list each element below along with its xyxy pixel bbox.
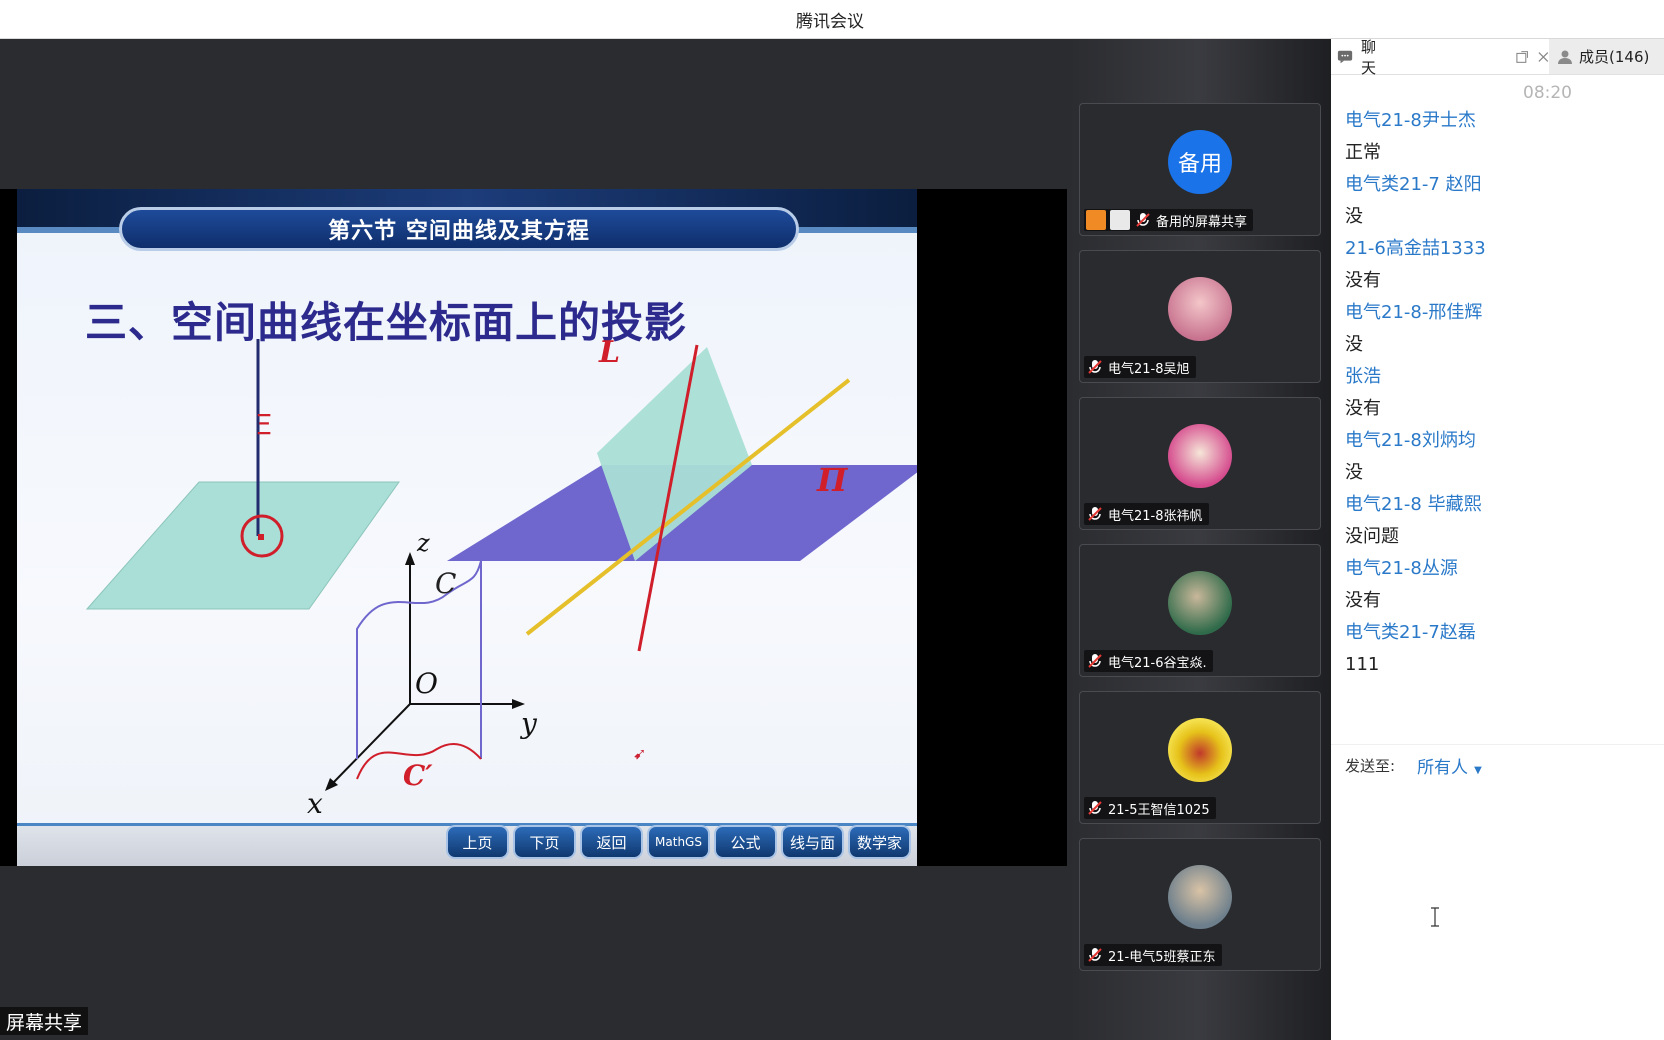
label-C-prime: C′: [403, 759, 433, 792]
label-x: x: [307, 787, 323, 820]
chat-message: 111: [1345, 654, 1380, 675]
label-L: L: [599, 335, 621, 370]
participant-name: 电气21-8吴旭: [1108, 361, 1190, 377]
avatar: [1168, 571, 1232, 635]
chat-message: 没有: [1345, 398, 1381, 419]
slide-btn-line-plane[interactable]: 线与面: [781, 825, 844, 859]
chat-divider: [1331, 744, 1664, 745]
chat-sender[interactable]: 电气21-8 毕藏熙: [1345, 489, 1655, 521]
chat-message: 没有: [1345, 270, 1381, 291]
chat-message-list: 电气21-8尹士杰 正常 电气类21-7 赵阳 没 21-6高金喆1333 没有…: [1345, 105, 1655, 681]
slide-section-title: 第六节 空间曲线及其方程: [119, 207, 799, 251]
chat-sender[interactable]: 电气类21-7赵磊: [1345, 617, 1655, 649]
point-dot: [258, 534, 264, 540]
participant-tile[interactable]: 电气21-8张祎帆: [1079, 397, 1321, 530]
participant-name: 21-电气5班蔡正东: [1108, 949, 1216, 965]
avatar: [1168, 424, 1232, 488]
mic-muted-icon: [1136, 213, 1150, 227]
close-icon[interactable]: [1538, 51, 1549, 63]
curve-C: [356, 560, 482, 759]
chat-bubble-icon: [1337, 50, 1353, 63]
slide-btn-back[interactable]: 返回: [580, 825, 643, 859]
label-Pi: Π: [817, 461, 848, 499]
chat-timestamp: 08:20: [1523, 83, 1572, 103]
chat-message: 没: [1345, 206, 1363, 227]
slide-btn-prev[interactable]: 上页: [446, 825, 509, 859]
participant-video-column: 备用 备用的屏幕共享 电气21-8吴旭 电气21-8张祎帆 电气21-6谷宝焱.: [1067, 39, 1331, 1040]
participant-name: 21-5王智信1025: [1108, 802, 1210, 818]
label-O: O: [415, 667, 438, 700]
participant-tile[interactable]: 电气21-6谷宝焱.: [1079, 544, 1321, 677]
screen-share-label: 屏幕共享: [0, 1007, 89, 1035]
send-to-row: 发送至: 所有人 ▼: [1345, 753, 1482, 778]
chat-message: 没: [1345, 334, 1363, 355]
participant-tile[interactable]: 电气21-8吴旭: [1079, 250, 1321, 383]
x-axis: [331, 703, 411, 785]
participant-name: 备用的屏幕共享: [1156, 214, 1248, 230]
tab-chat[interactable]: 聊天: [1331, 38, 1549, 77]
title-bar: 腾讯会议: [0, 0, 1664, 39]
participant-tile[interactable]: 备用 备用的屏幕共享: [1079, 103, 1321, 236]
chat-panel: 聊天 成员(146) 08:20 电气21-8尹士杰 正常 电气类21-7 赵阳…: [1331, 38, 1664, 1040]
chat-sender[interactable]: 21-6高金喆1333: [1345, 233, 1655, 265]
chat-input-area[interactable]: [1331, 779, 1664, 1040]
popout-icon[interactable]: [1516, 50, 1528, 64]
participant-name-tag: 21-5王智信1025: [1084, 797, 1216, 819]
shared-screen-area: 第六节 空间曲线及其方程 三、空间曲线在坐标面上的投影 Ξ ➹ L Π z C …: [0, 39, 1067, 1040]
slide-btn-mathgs[interactable]: MathGS: [647, 825, 710, 859]
participant-name: 电气21-8张祎帆: [1108, 508, 1203, 524]
chat-message: 没有: [1345, 590, 1381, 611]
chat-tabs: 聊天 成员(146): [1331, 38, 1664, 77]
chat-sender[interactable]: 张浩: [1345, 361, 1655, 393]
participant-name-tag: 电气21-6谷宝焱.: [1084, 650, 1213, 672]
mic-muted-icon: [1088, 801, 1102, 815]
text-cursor-icon: [1431, 907, 1439, 927]
mic-muted-icon: [1088, 507, 1102, 521]
participant-tile[interactable]: 21-电气5班蔡正东: [1079, 838, 1321, 971]
avatar: [1168, 718, 1232, 782]
caret-down-icon: ▼: [1474, 765, 1482, 776]
chat-sender[interactable]: 电气21-8尹士杰: [1345, 105, 1655, 137]
presentation-slide: 第六节 空间曲线及其方程 三、空间曲线在坐标面上的投影 Ξ ➹ L Π z C …: [17, 189, 917, 866]
participant-name-tag: 备用的屏幕共享: [1084, 209, 1254, 231]
chat-message: 正常: [1345, 142, 1381, 163]
tab-members-label: 成员(146): [1579, 48, 1650, 66]
participant-name: 电气21-6谷宝焱.: [1108, 655, 1207, 671]
label-z: z: [417, 529, 430, 557]
slide-btn-mathematicians[interactable]: 数学家: [848, 825, 911, 859]
chat-message: 没: [1345, 462, 1363, 483]
participant-name-tag: 21-电气5班蔡正东: [1084, 944, 1222, 966]
chat-sender[interactable]: 电气21-8刘炳均: [1345, 425, 1655, 457]
chat-sender[interactable]: 电气21-8丛源: [1345, 553, 1655, 585]
participant-name-tag: 电气21-8张祎帆: [1084, 503, 1209, 525]
send-to-recipient-dropdown[interactable]: 所有人 ▼: [1417, 753, 1482, 778]
ticks-mark: Ξ: [255, 408, 273, 441]
slide-btn-next[interactable]: 下页: [513, 825, 576, 859]
avatar: [1168, 277, 1232, 341]
chat-sender[interactable]: 电气类21-7 赵阳: [1345, 169, 1655, 201]
tab-chat-label: 聊天: [1361, 37, 1377, 77]
mic-muted-icon: [1088, 654, 1102, 668]
slide-nav-buttons: 上页 下页 返回 MathGS 公式 线与面 数学家: [446, 825, 911, 859]
cursor-arrow: ➹: [633, 744, 646, 763]
participant-tile[interactable]: 21-5王智信1025: [1079, 691, 1321, 824]
label-y: y: [521, 707, 537, 740]
avatar: [1168, 865, 1232, 929]
chat-message: 没问题: [1345, 526, 1399, 547]
projection-figure: Ξ ➹: [85, 339, 917, 791]
tab-members[interactable]: 成员(146): [1549, 39, 1664, 74]
avatar: 备用: [1168, 130, 1232, 194]
participant-name-tag: 电气21-8吴旭: [1084, 356, 1196, 378]
chat-sender[interactable]: 电气21-8-邢佳辉: [1345, 297, 1655, 329]
mic-muted-icon: [1088, 948, 1102, 962]
user-icon: [1086, 210, 1106, 230]
slide-btn-formula[interactable]: 公式: [714, 825, 777, 859]
send-to-recipient: 所有人: [1417, 758, 1469, 778]
label-C: C: [435, 567, 457, 600]
send-to-label: 发送至:: [1345, 757, 1396, 775]
window-title: 腾讯会议: [796, 11, 864, 32]
screen-share-icon: [1110, 210, 1130, 230]
mic-muted-icon: [1088, 360, 1102, 374]
person-icon: [1558, 50, 1572, 64]
